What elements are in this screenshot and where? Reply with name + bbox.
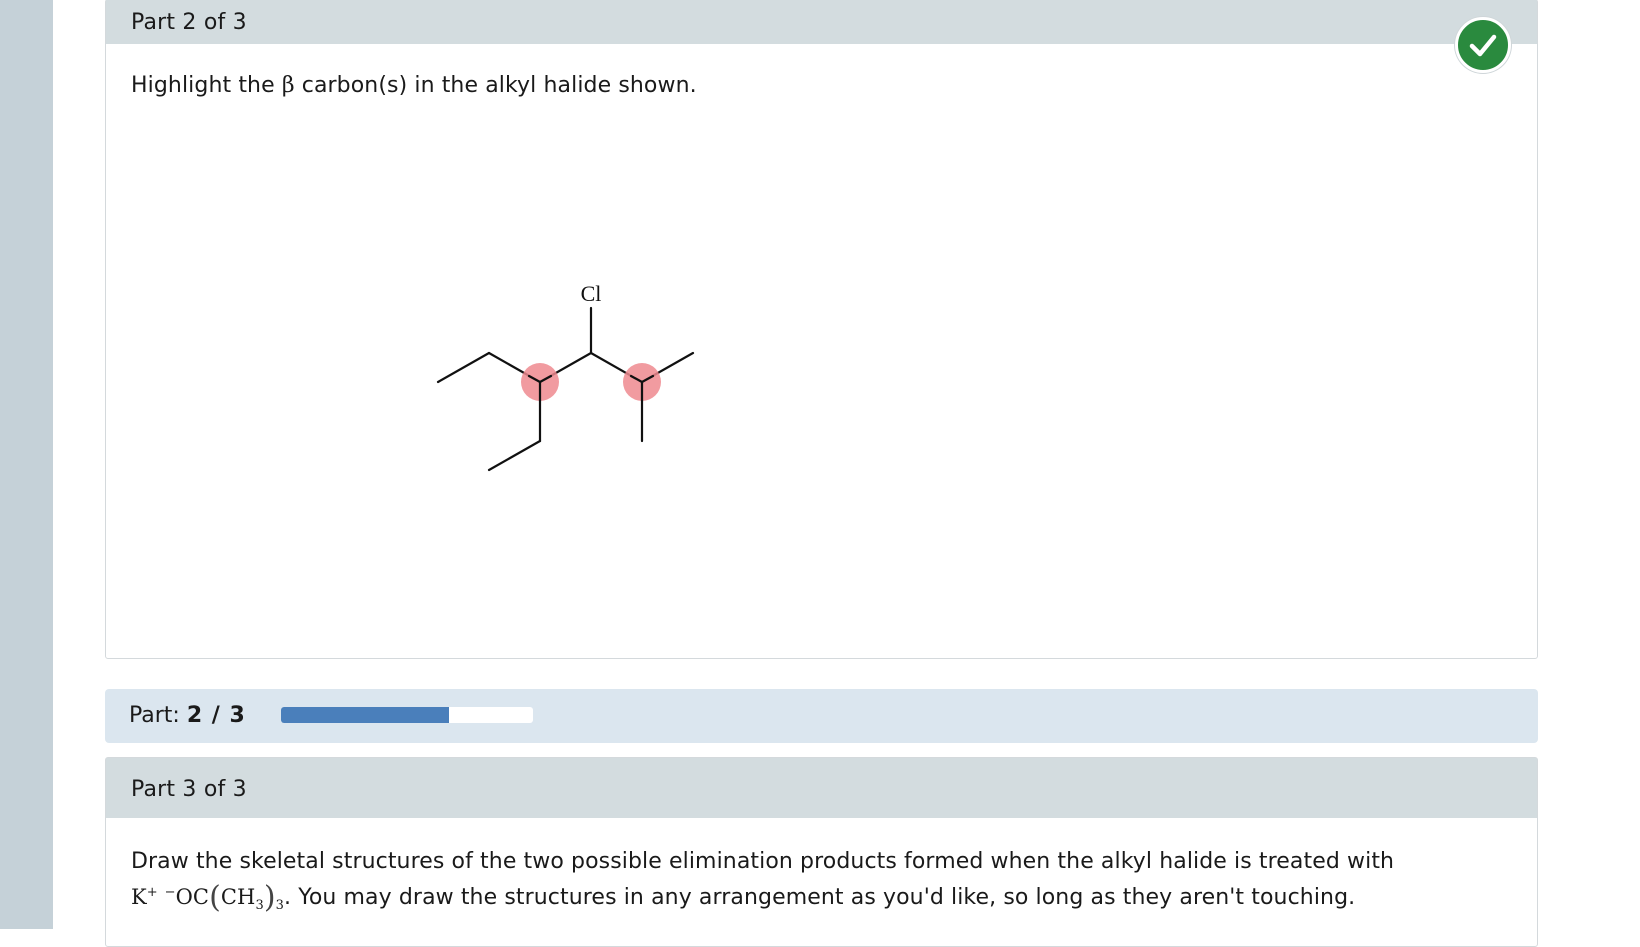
progress-label: Part: 2 / 3 [129, 703, 246, 728]
part2-header-text: Part 2 of 3 [131, 9, 247, 35]
part3-prompt-line1: Draw the skeletal structures of the two … [131, 849, 1395, 874]
bond [436, 351, 491, 384]
anion-charge: − [164, 885, 176, 900]
reagent-anion: OC [175, 885, 210, 909]
part3-card: Part 3 of 3 Draw the skeletal structures… [105, 757, 1538, 947]
part-progress: Part: 2 / 3 [105, 689, 1538, 743]
progress-count: 2 / 3 [186, 703, 246, 728]
outer-subscript: 3 [275, 898, 285, 914]
reagent-cation: K [131, 885, 147, 909]
part3-prompt-rest: . You may draw the structures in any arr… [284, 885, 1356, 910]
progress-fill [281, 707, 450, 723]
part2-header: Part 2 of 3 [106, 0, 1537, 44]
cation-charge: + [146, 885, 158, 900]
reagent-formula: K+ −OC(CH3)3 [131, 880, 285, 915]
group-subscript: 3 [255, 898, 264, 914]
progress-label-text: Part: [129, 703, 180, 728]
left-rail [0, 0, 53, 929]
part3-prompt-line2: K+ −OC(CH3)3. You may draw the structure… [131, 880, 1355, 915]
molecule-canvas[interactable]: Cl [106, 45, 1539, 605]
chlorine-label: Cl [581, 281, 602, 306]
part3-header-text: Part 3 of 3 [131, 776, 247, 802]
checkmark-icon [1469, 34, 1497, 57]
reagent-group: CH [220, 885, 256, 909]
part2-card: Part 2 of 3 Highlight the β carbon(s) in… [105, 0, 1538, 659]
correct-check-badge [1455, 17, 1511, 73]
part3-header: Part 3 of 3 [106, 758, 1537, 818]
bond [487, 439, 542, 472]
progress-track [281, 707, 533, 723]
